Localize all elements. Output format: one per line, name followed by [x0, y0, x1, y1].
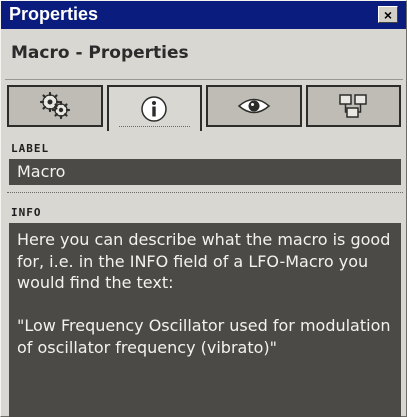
header-divider	[5, 79, 403, 80]
info-heading: INFO	[11, 206, 42, 219]
tab-connections[interactable]	[305, 85, 401, 127]
tab-bar	[7, 85, 401, 131]
info-textarea[interactable]: Here you can describe what the macro is …	[9, 223, 401, 417]
label-input[interactable]: Macro	[9, 159, 401, 185]
tab-eye[interactable]	[206, 85, 302, 127]
panel-title: Macro - Properties	[11, 43, 189, 63]
info-icon	[139, 94, 169, 124]
close-icon: ×	[383, 6, 393, 23]
tab-info[interactable]	[106, 85, 202, 131]
properties-window: Properties × Macro - Properties LABEL Ma…	[0, 0, 407, 417]
gears-icon	[38, 91, 72, 121]
eye-icon	[237, 95, 271, 117]
connections-icon	[337, 92, 369, 120]
label-heading: LABEL	[11, 142, 50, 155]
close-button[interactable]: ×	[378, 6, 398, 23]
title-bar[interactable]: Properties ×	[1, 1, 406, 29]
window-title: Properties	[9, 4, 99, 24]
section-divider	[7, 192, 403, 193]
tab-gears[interactable]	[7, 85, 103, 127]
